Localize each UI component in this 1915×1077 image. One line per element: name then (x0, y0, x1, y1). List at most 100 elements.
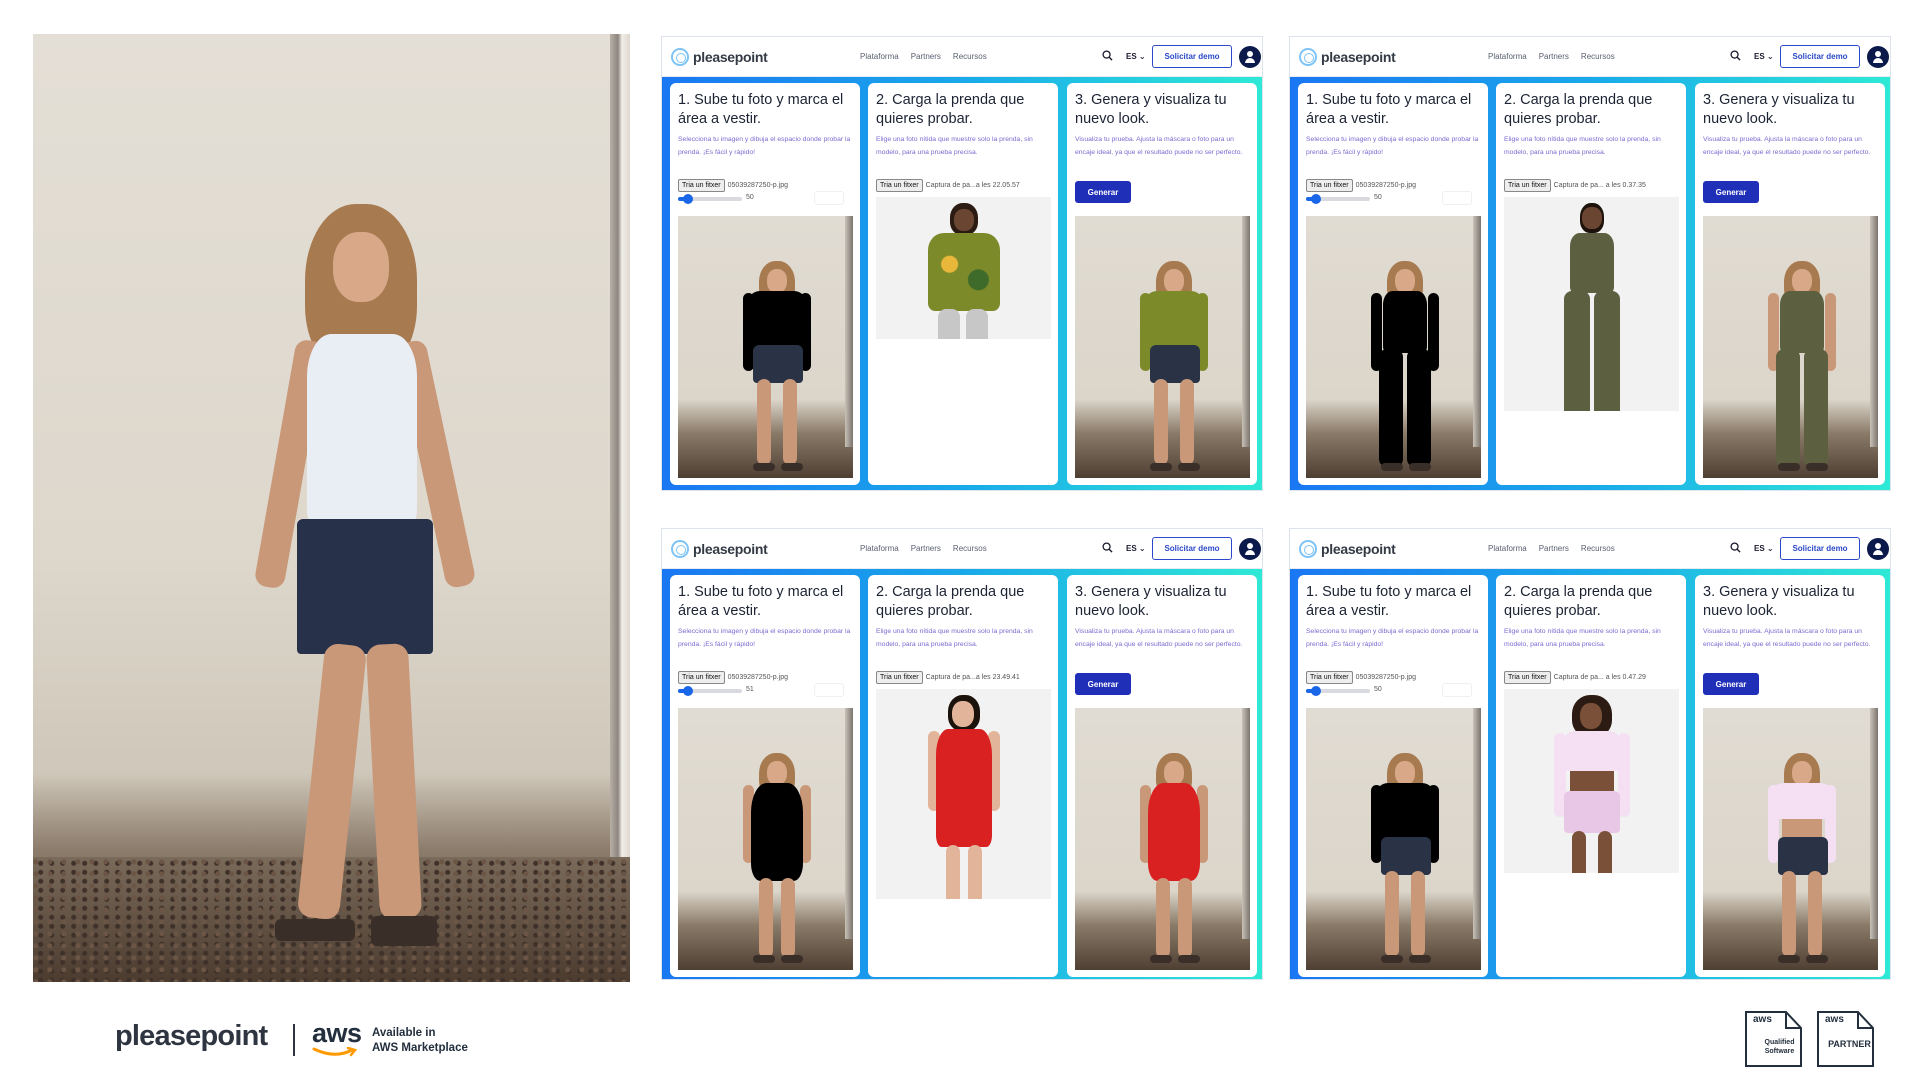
slider-knob[interactable] (682, 194, 693, 204)
app-screenshot-panel-3: pleasepoint Plataforma Partners Recursos… (661, 528, 1263, 980)
brush-size-slider[interactable] (678, 686, 742, 696)
garment-photo (1504, 197, 1679, 411)
slider-knob[interactable] (1310, 194, 1321, 204)
search-icon[interactable] (1730, 50, 1741, 61)
garment-file-name: Captura de pa... a les 0.47.29 (1553, 674, 1646, 681)
search-icon[interactable] (1730, 542, 1741, 553)
choose-garment-file-button[interactable]: Tria un fitxer (876, 671, 923, 684)
clear-mask-button[interactable] (814, 191, 844, 205)
search-icon[interactable] (1102, 542, 1113, 553)
slider-value: 50 (746, 194, 754, 201)
step1-card: 1. Sube tu foto y marca el área a vestir… (1298, 575, 1488, 977)
choose-person-file-button[interactable]: Tria un fitxer (1306, 179, 1353, 192)
slider-knob[interactable] (683, 686, 694, 696)
nav-links: Plataforma Partners Recursos (1488, 52, 1615, 61)
brand-logo[interactable]: pleasepoint (1321, 541, 1396, 557)
generate-button[interactable]: Generar (1703, 673, 1759, 695)
step1-description: Selecciona tu imagen y dibuja el espacio… (1306, 628, 1479, 648)
user-account-icon[interactable] (1239, 46, 1261, 68)
choose-garment-file-button[interactable]: Tria un fitxer (1504, 671, 1551, 684)
user-account-icon[interactable] (1239, 538, 1261, 560)
step3-card: 3. Genera y visualiza tu nuevo look. Vis… (1695, 575, 1885, 977)
masked-person-photo[interactable] (678, 216, 853, 478)
masked-person-photo[interactable] (678, 708, 853, 970)
step1-title: 1. Sube tu foto y marca el área a vestir… (1306, 92, 1472, 127)
person-file-row: Tria un fitxer 05039287250-p.jpg (1306, 671, 1416, 684)
clear-mask-button[interactable] (814, 683, 844, 697)
slider-value: 50 (1374, 686, 1382, 693)
language-selector[interactable]: ES (1126, 544, 1146, 553)
language-selector[interactable]: ES (1754, 52, 1774, 61)
nav-plataforma[interactable]: Plataforma (1488, 544, 1527, 553)
nav-links: Plataforma Partners Recursos (860, 52, 987, 61)
choose-person-file-button[interactable]: Tria un fitxer (1306, 671, 1353, 684)
brand-logo[interactable]: pleasepoint (1321, 49, 1396, 65)
step3-title: 3. Genera y visualiza tu nuevo look. (1075, 92, 1227, 127)
available-line-1: Available in (372, 1027, 436, 1039)
request-demo-button[interactable]: Solicitar demo (1780, 537, 1860, 560)
nav-partners[interactable]: Partners (1539, 544, 1569, 553)
user-account-icon[interactable] (1867, 46, 1889, 68)
nav-plataforma[interactable]: Plataforma (1488, 52, 1527, 61)
nav-recursos[interactable]: Recursos (1581, 544, 1615, 553)
generate-button[interactable]: Generar (1075, 181, 1131, 203)
masked-figure (1361, 753, 1451, 968)
clear-mask-button[interactable] (1442, 683, 1472, 697)
nav-partners[interactable]: Partners (911, 52, 941, 61)
step2-description: Elige una foto nítida que muestre solo l… (1504, 628, 1661, 648)
nav-recursos[interactable]: Recursos (953, 52, 987, 61)
masked-person-photo[interactable] (1306, 708, 1481, 970)
brush-size-slider[interactable] (678, 194, 742, 204)
request-demo-button[interactable]: Solicitar demo (1152, 45, 1232, 68)
brand-logo[interactable]: pleasepoint (693, 541, 768, 557)
app-screenshot-panel-1: pleasepoint Plataforma Partners Recursos… (661, 36, 1263, 491)
step3-title: 3. Genera y visualiza tu nuevo look. (1703, 584, 1855, 619)
choose-person-file-button[interactable]: Tria un fitxer (678, 179, 725, 192)
garment-file-row: Tria un fitxer Captura de pa...a les 22.… (876, 179, 1020, 192)
step2-title: 2. Carga la prenda que quieres probar. (1504, 584, 1653, 619)
nav-links: Plataforma Partners Recursos (860, 544, 987, 553)
nav-recursos[interactable]: Recursos (1581, 52, 1615, 61)
choose-garment-file-button[interactable]: Tria un fitxer (876, 179, 923, 192)
choose-garment-file-button[interactable]: Tria un fitxer (1504, 179, 1551, 192)
search-icon[interactable] (1102, 50, 1113, 61)
person-file-row: Tria un fitxer 05039287250-p.jpg (1306, 179, 1416, 192)
top-navbar: pleasepoint Plataforma Partners Recursos… (1290, 529, 1890, 569)
step3-card: 3. Genera y visualiza tu nuevo look. Vis… (1067, 575, 1257, 977)
model-figure (253, 204, 523, 982)
nav-partners[interactable]: Partners (1539, 52, 1569, 61)
footer-pleasepoint-logo: pleasepoint (115, 1020, 268, 1052)
person-file-name: 05039287250-p.jpg (1355, 182, 1416, 189)
app-screenshot-panel-2: pleasepoint Plataforma Partners Recursos… (1289, 36, 1891, 491)
nav-plataforma[interactable]: Plataforma (860, 52, 899, 61)
masked-figure (733, 261, 823, 476)
generate-button[interactable]: Generar (1075, 673, 1131, 695)
available-line-2: AWS Marketplace (372, 1042, 468, 1054)
slider-knob[interactable] (1310, 686, 1321, 696)
step2-description: Elige una foto nítida que muestre solo l… (876, 136, 1033, 156)
brush-size-slider[interactable] (1306, 686, 1370, 696)
nav-plataforma[interactable]: Plataforma (860, 544, 899, 553)
language-selector[interactable]: ES (1754, 544, 1774, 553)
pleasepoint-logo-icon (1299, 540, 1317, 558)
step2-title: 2. Carga la prenda que quieres probar. (876, 92, 1025, 127)
step1-description: Selecciona tu imagen y dibuja el espacio… (678, 628, 851, 648)
step2-description: Elige una foto nítida que muestre solo l… (1504, 136, 1661, 156)
clear-mask-button[interactable] (1442, 191, 1472, 205)
nav-partners[interactable]: Partners (911, 544, 941, 553)
generate-button[interactable]: Generar (1703, 181, 1759, 203)
request-demo-button[interactable]: Solicitar demo (1780, 45, 1860, 68)
step1-description: Selecciona tu imagen y dibuja el espacio… (1306, 136, 1479, 156)
choose-person-file-button[interactable]: Tria un fitxer (678, 671, 725, 684)
request-demo-button[interactable]: Solicitar demo (1152, 537, 1232, 560)
nav-recursos[interactable]: Recursos (953, 544, 987, 553)
masked-person-photo[interactable] (1306, 216, 1481, 478)
pleasepoint-logo-icon (1299, 48, 1317, 66)
user-account-icon[interactable] (1867, 538, 1889, 560)
language-selector[interactable]: ES (1126, 52, 1146, 61)
brand-logo[interactable]: pleasepoint (693, 49, 768, 65)
person-file-name: 05039287250-p.jpg (727, 674, 788, 681)
garment-file-row: Tria un fitxer Captura de pa... a les 0.… (1504, 671, 1646, 684)
step2-card: 2. Carga la prenda que quieres probar. E… (1496, 575, 1686, 977)
brush-size-slider[interactable] (1306, 194, 1370, 204)
